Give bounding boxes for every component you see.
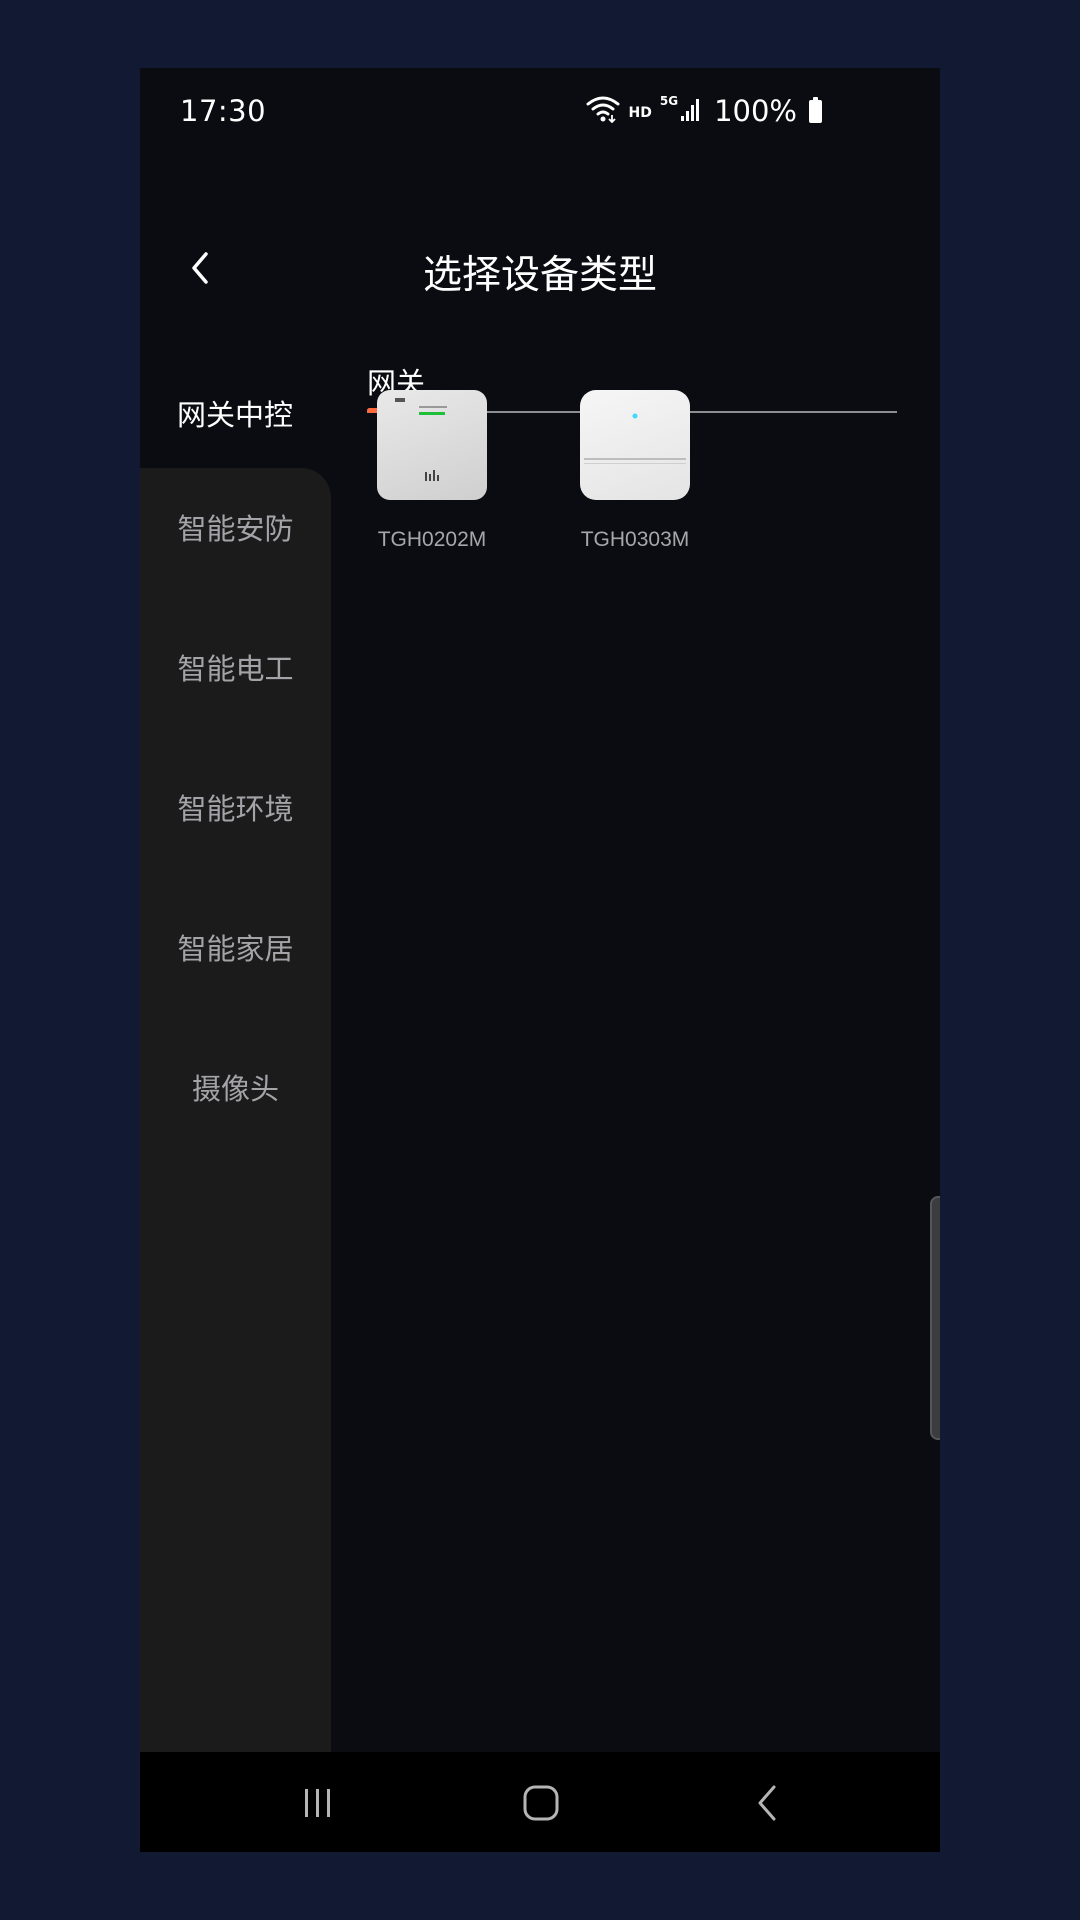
home-button[interactable] xyxy=(511,1778,571,1828)
recent-apps-icon xyxy=(305,1789,330,1817)
battery-percentage: 100% xyxy=(714,94,797,128)
sidebar: 智能安防 智能电工 智能环境 智能家居 摄像头 xyxy=(140,468,331,1820)
status-time: 17:30 xyxy=(180,94,267,128)
device-name: TGH0303M xyxy=(580,528,690,551)
device-card-tgh0303m[interactable]: TGH0303M xyxy=(565,390,705,552)
back-icon xyxy=(758,1785,776,1821)
device-name: TGH0202M xyxy=(377,528,487,551)
home-icon xyxy=(523,1785,559,1821)
battery-icon xyxy=(809,96,822,123)
scroll-handle[interactable] xyxy=(930,1196,940,1440)
sidebar-item-gateway-control[interactable]: 网关中控 xyxy=(140,358,330,468)
phone-screen: 17:30 HD 5G 100% 选择设备类型 网关中控 智能安防 智能电工 智… xyxy=(140,68,940,1852)
sidebar-item-camera[interactable]: 摄像头 xyxy=(140,1032,331,1142)
sidebar-item-security[interactable]: 智能安防 xyxy=(140,472,331,582)
status-bar: 17:30 HD 5G 100% xyxy=(140,68,940,158)
system-back-button[interactable] xyxy=(737,1778,797,1828)
gateway-device-image xyxy=(377,390,487,500)
device-card-tgh0202m[interactable]: TGH0202M xyxy=(362,390,502,552)
gateway-device-image xyxy=(580,390,690,500)
sidebar-item-environment[interactable]: 智能环境 xyxy=(140,752,331,862)
recent-apps-button[interactable] xyxy=(288,1778,348,1828)
sidebar-item-home[interactable]: 智能家居 xyxy=(140,892,331,1002)
navigation-bar xyxy=(140,1752,940,1852)
sidebar-item-electrical[interactable]: 智能电工 xyxy=(140,612,331,722)
hd-indicator: HD xyxy=(628,105,652,121)
wifi-icon xyxy=(585,95,621,127)
page-title: 选择设备类型 xyxy=(422,253,657,298)
network-type: 5G xyxy=(659,94,679,108)
signal-icon xyxy=(680,96,702,126)
status-indicators: HD 5G 100% xyxy=(585,94,822,128)
